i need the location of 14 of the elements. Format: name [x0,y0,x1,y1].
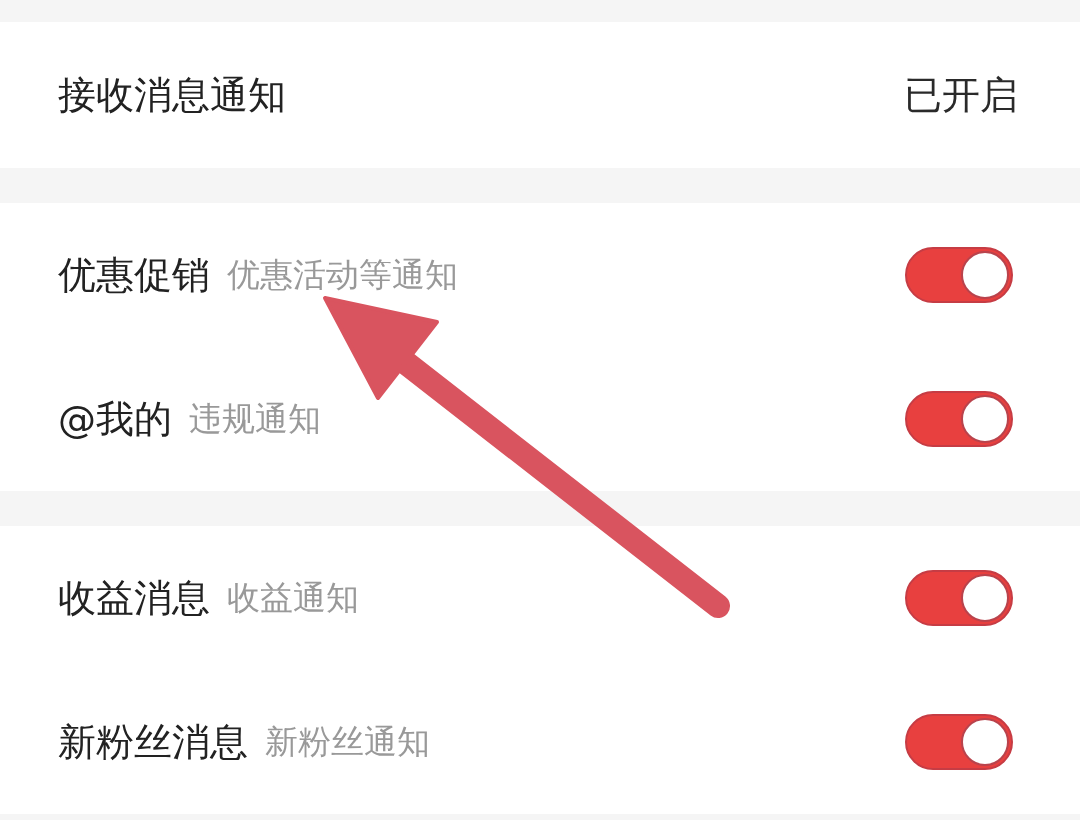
setting-label: 新粉丝消息 [58,718,248,766]
toggle-switch[interactable] [905,391,1013,447]
toggle-switch[interactable] [905,570,1013,626]
setting-description: 优惠活动等通知 [227,253,458,296]
toggle-switch[interactable] [905,714,1013,770]
status-value[interactable]: 已开启 [904,69,1018,121]
setting-description: 违规通知 [189,397,321,440]
setting-label: @我的 [58,395,172,443]
setting-description: 收益通知 [227,576,359,619]
setting-label: 收益消息 [58,574,210,622]
setting-label: 优惠促销 [58,251,210,299]
setting-label: 接收消息通知 [58,71,286,119]
setting-description: 新粉丝通知 [265,720,430,763]
toggle-switch[interactable] [905,247,1013,303]
